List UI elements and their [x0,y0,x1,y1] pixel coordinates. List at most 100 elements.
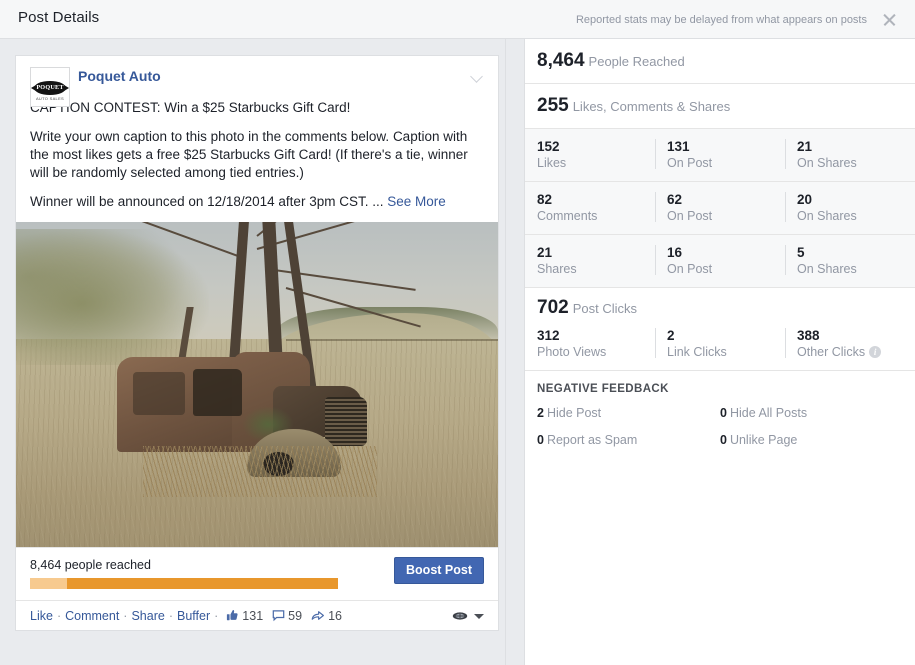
reach-progress-bar [30,578,338,589]
negative-feedback-section: NEGATIVE FEEDBACK 2 Hide Post 0 Hide All P… [525,371,915,458]
post-message: CAPTION CONTEST: Win a $25 Starbucks Gif… [16,99,498,211]
share-count-item[interactable]: 16 [311,609,342,623]
comments-on-post-label: On Post [667,209,713,223]
engagement-counts: 131 59 16 [226,609,351,623]
comments-on-post-value: 62 [667,192,683,207]
comments-breakdown-row: 82 Comments 62 On Post 20 On Shares [525,182,915,235]
people-reached-value: 8,464 [537,50,585,71]
shares-on-shares-cell: 5 On Shares [785,244,915,277]
post-card: POQUET AUTO SALES Poquet Auto CAPTION CO… [15,55,499,631]
like-link[interactable]: Like [30,609,53,623]
separator: · [56,608,62,623]
likes-on-shares-value: 21 [797,139,813,154]
comment-link[interactable]: Comment [65,609,119,623]
shares-on-shares-value: 5 [797,245,805,260]
likes-on-post-cell: 131 On Post [655,138,785,171]
shares-breakdown-row: 21 Shares 16 On Post 5 On Shares [525,235,915,288]
info-icon[interactable]: i [869,346,882,358]
post-paragraph-1: CAPTION CONTEST: Win a $25 Starbucks Gif… [30,100,351,115]
shares-on-post-cell: 16 On Post [655,244,785,277]
likes-total-cell: 152 Likes [525,138,655,171]
unlike-page-label: Unlike Page [729,433,798,447]
page-name-link[interactable]: Poquet Auto [78,68,161,84]
photo-abandoned-truck [117,349,378,498]
comments-total-value: 82 [537,192,553,207]
shares-total-cell: 21 Shares [525,244,655,277]
comments-on-shares-cell: 20 On Shares [785,191,915,224]
shares-on-post-value: 16 [667,245,683,260]
share-link[interactable]: Share [131,609,164,623]
post-details-screen: Post Details Reported stats may be delay… [0,0,915,665]
negative-feedback-item: 0 Report as Spam [537,431,720,449]
post-paragraph-3: Winner will be announced on 12/18/2014 a… [30,193,484,211]
post-last-line: Winner will be announced on 12/18/2014 a… [30,194,388,209]
column-divider [505,39,525,665]
negative-feedback-item: 0 Hide All Posts [720,404,903,422]
negative-feedback-item: 0 Unlike Page [720,431,903,449]
photo-brush [143,445,378,498]
truck-grille [325,397,368,446]
avatar: POQUET AUTO SALES [30,67,70,107]
post-paragraph-2: Write your own caption to this photo in … [30,129,468,180]
comments-on-shares-label: On Shares [797,209,857,223]
close-icon[interactable] [882,12,897,27]
hide-post-label: Hide Post [546,406,602,420]
negative-feedback-title: NEGATIVE FEEDBACK [537,383,669,395]
chevron-down-icon[interactable] [471,72,484,80]
comment-count: 59 [288,608,303,623]
likes-on-post-label: On Post [667,156,713,170]
share-arrow-icon [311,609,325,622]
shares-total-value: 21 [537,245,553,260]
reach-section: 8,464 people reached Boost Post [16,547,498,600]
likes-on-post-value: 131 [667,139,690,154]
separator: · [168,608,173,623]
link-clicks-cell: 2 Link Clicks [655,327,785,360]
comment-count-item[interactable]: 59 [272,609,302,623]
audience-globe-icon[interactable] [452,610,468,622]
link-clicks-label: Link Clicks [667,345,727,359]
avatar-brand-text: POQUET [36,83,64,91]
other-clicks-value: 388 [797,328,820,343]
post-action-bar: Like · Comment · Share · Buffer · 131 59… [16,600,498,630]
hide-all-posts-value: 0 [720,406,727,420]
truck-window [192,368,243,416]
post-clicks-label: Post Clicks [572,301,637,316]
people-reached-label: People Reached [588,54,685,69]
link-clicks-value: 2 [667,328,675,343]
boost-post-button[interactable]: Boost Post [394,557,484,584]
share-count: 16 [328,608,342,623]
caret-down-icon[interactable] [474,614,484,619]
reach-progress-total [67,578,338,589]
other-clicks-cell: 388 Other Clicks i [785,327,915,360]
likes-on-shares-label: On Shares [797,156,857,170]
comments-total-cell: 82 Comments [525,191,655,224]
hide-post-value: 2 [537,406,544,420]
buffer-link[interactable]: Buffer [177,609,210,623]
unlike-page-value: 0 [720,433,727,447]
hide-all-posts-label: Hide All Posts [729,406,808,420]
post-clicks-row: 702 Post Clicks [525,288,915,323]
shares-on-post-label: On Post [667,262,713,276]
comments-total-label: Comments [537,209,598,223]
post-header: POQUET AUTO SALES Poquet Auto [16,56,498,107]
negative-feedback-item: 2 Hide Post [537,404,720,422]
photo-fence [285,339,498,341]
thumbs-up-icon [226,609,239,622]
separator: · [214,608,219,623]
comments-on-post-cell: 62 On Post [655,191,785,224]
photo-views-label: Photo Views [537,345,607,359]
report-as-spam-value: 0 [537,433,544,447]
post-photo[interactable] [16,222,498,547]
negative-feedback-grid: 2 Hide Post 0 Hide All Posts 0 Report as Sp… [537,404,903,458]
see-more-link[interactable]: See More [387,194,446,209]
other-clicks-label: Other Clicks [797,345,866,359]
engagement-label: Likes, Comments & Shares [572,99,731,114]
shares-on-shares-label: On Shares [797,262,857,276]
separator: · [123,608,128,623]
comment-bubble-icon [272,609,285,622]
clicks-breakdown-row: 312 Photo Views 2 Link Clicks 388 Other … [525,323,915,371]
like-count-item[interactable]: 131 [226,609,263,623]
avatar-oval: POQUET [34,81,66,95]
avatar-subtext: AUTO SALES [35,96,65,101]
likes-breakdown-row: 152 Likes 131 On Post 21 On Shares [525,129,915,182]
